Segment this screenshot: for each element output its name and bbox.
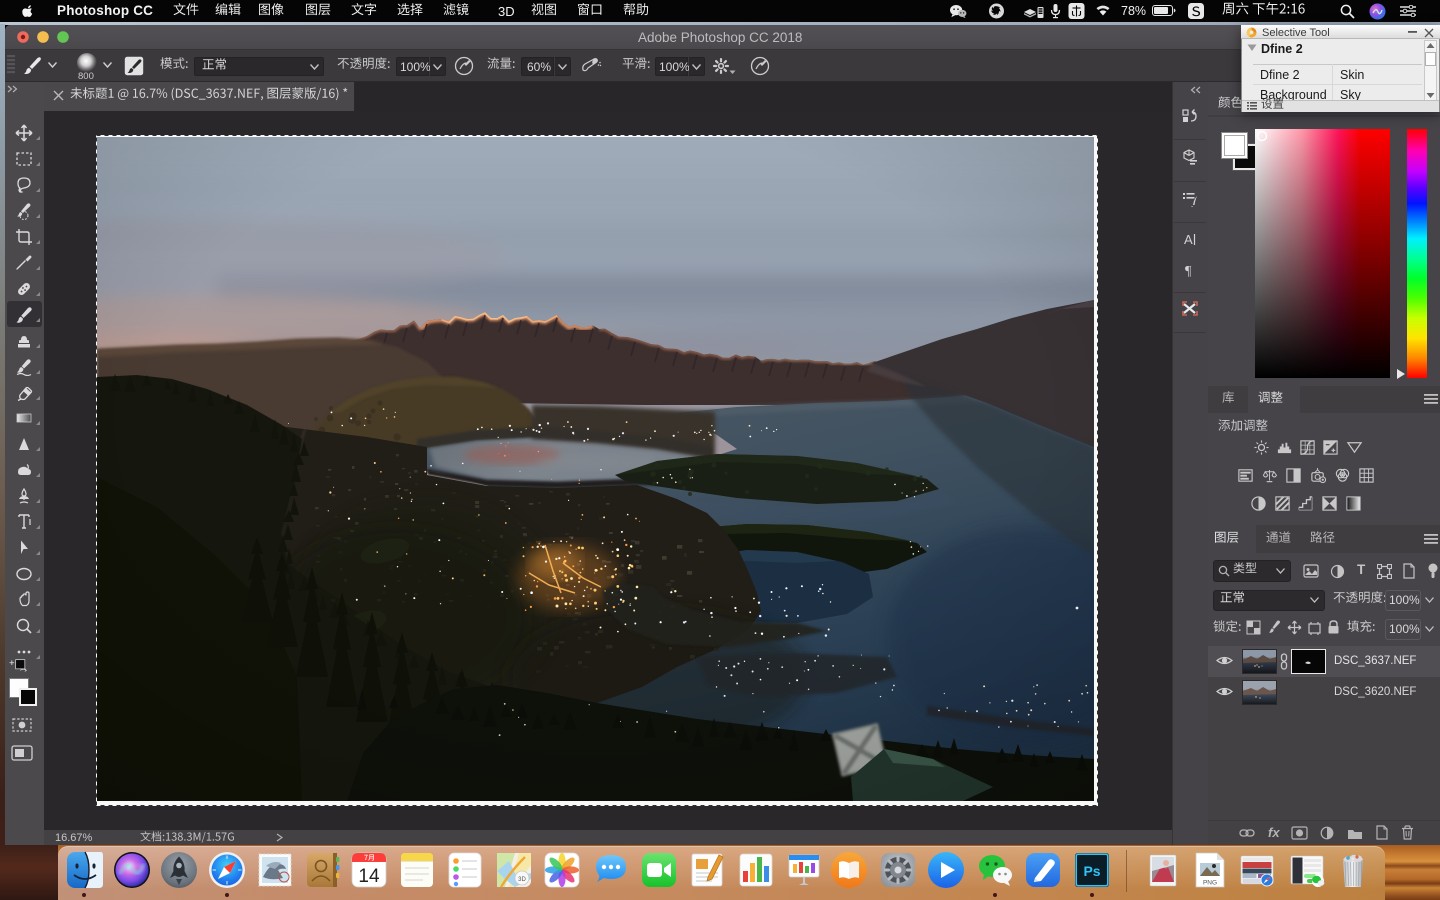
svg-text:Ps: Ps (1083, 863, 1100, 879)
svg-text:¶: ¶ (1185, 264, 1192, 279)
svg-text:PNG: PNG (1203, 880, 1217, 887)
svg-text:3D: 3D (518, 877, 526, 883)
svg-text:A: A (1184, 232, 1193, 247)
svg-text:14: 14 (358, 866, 380, 887)
